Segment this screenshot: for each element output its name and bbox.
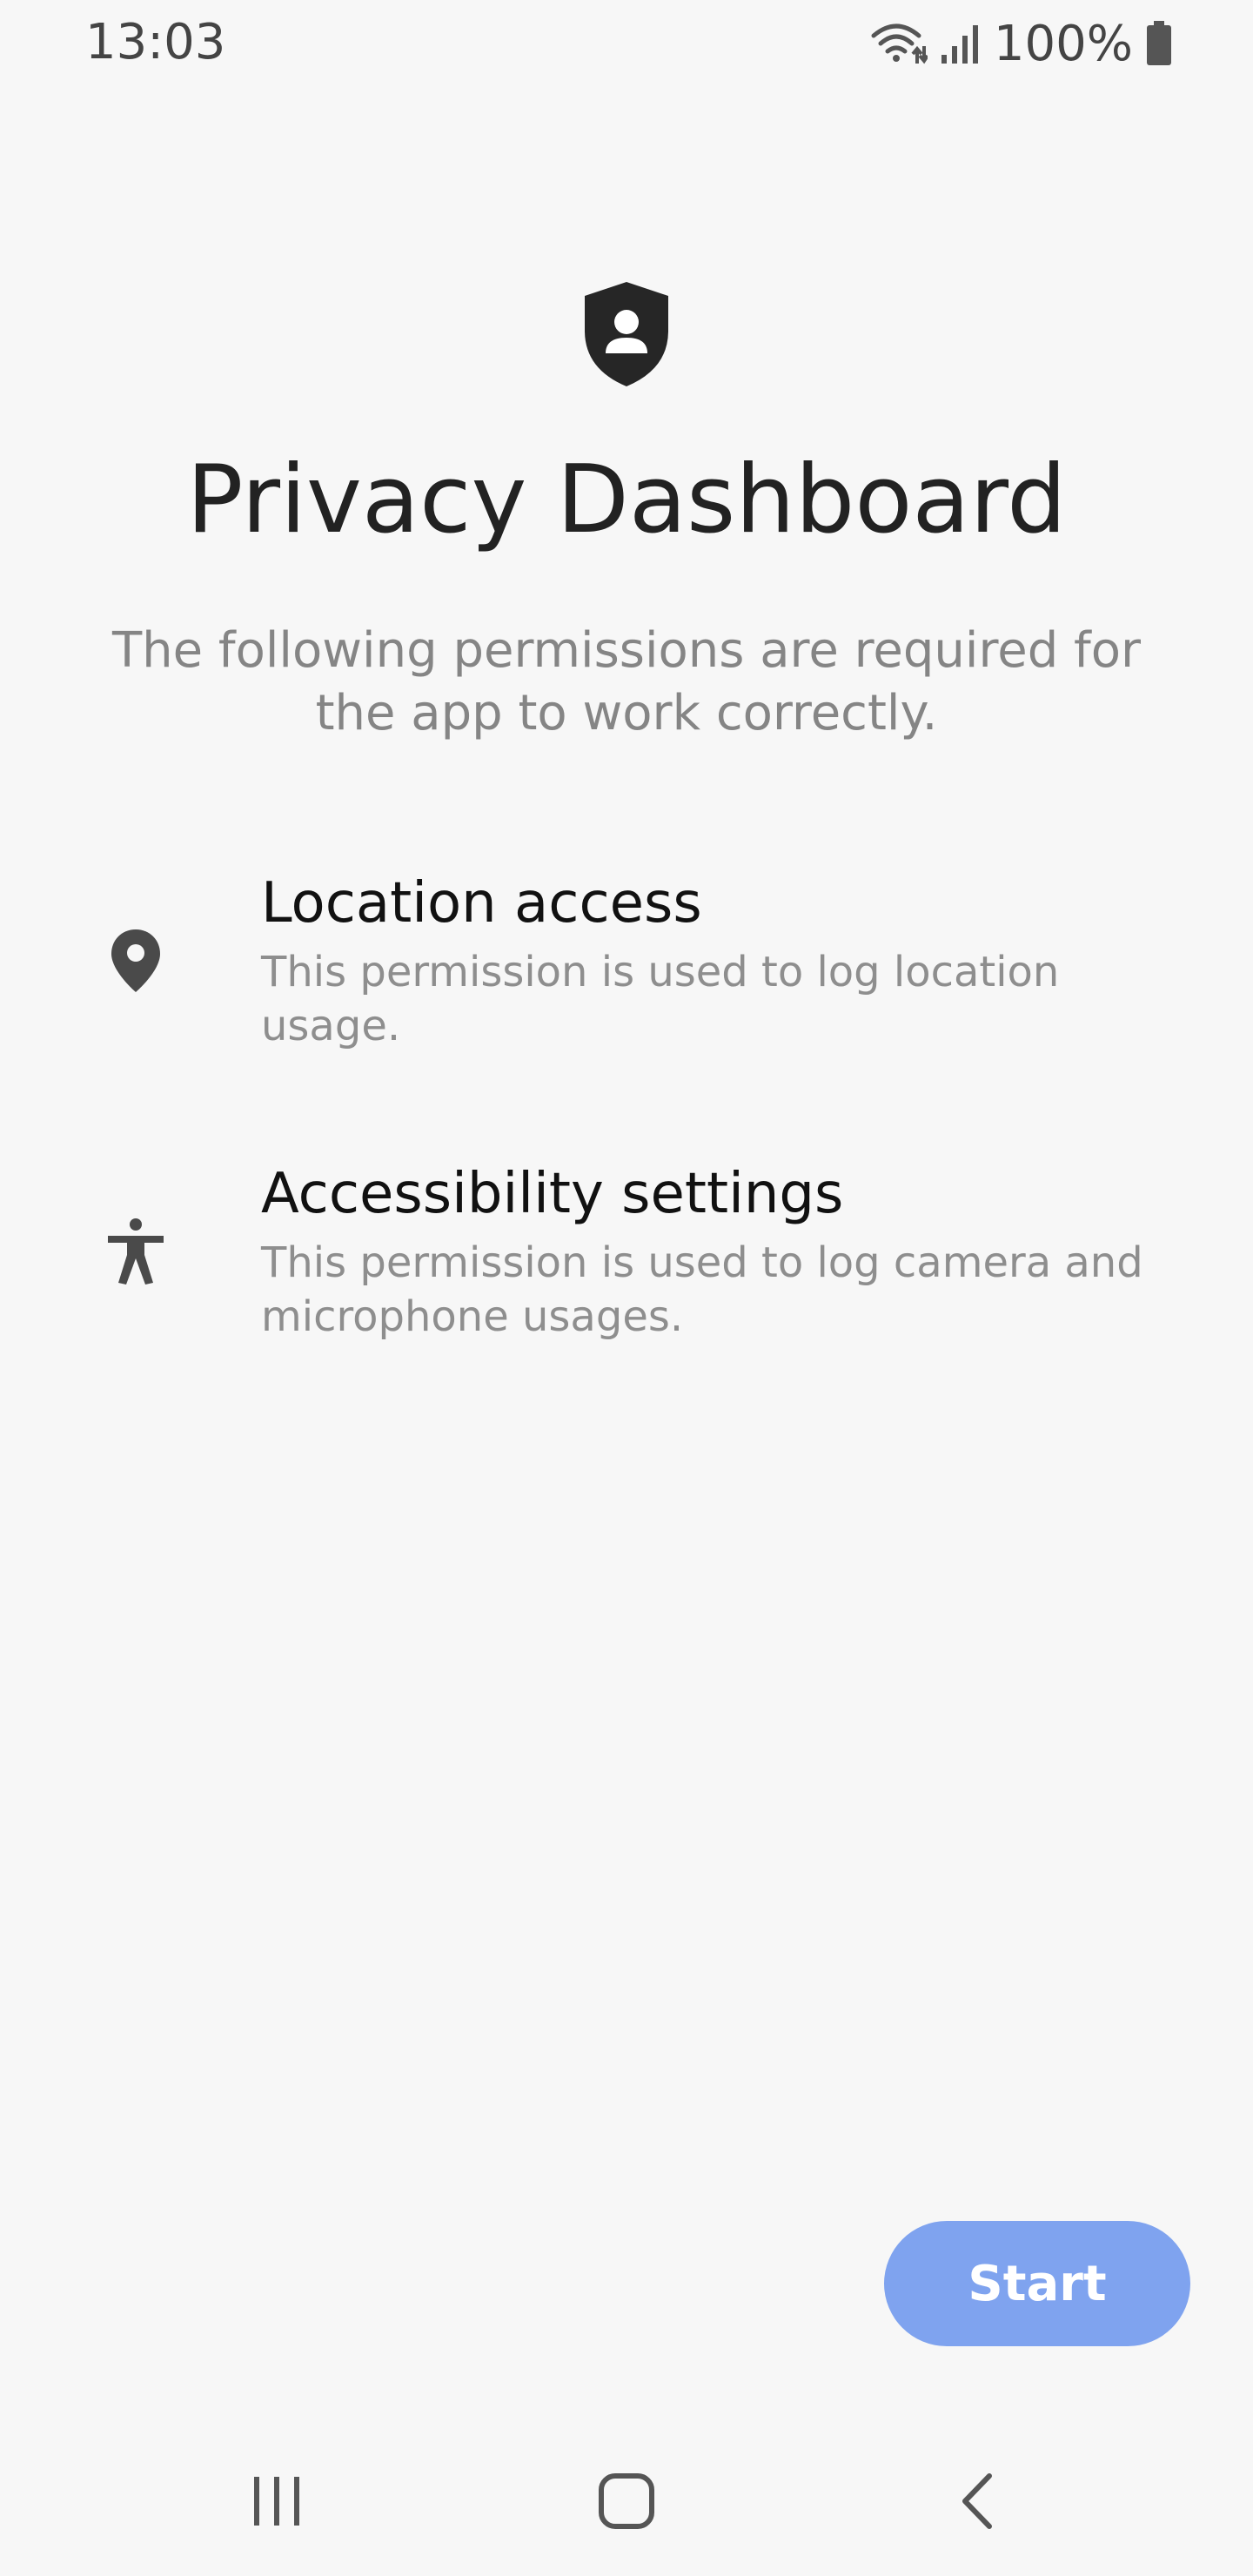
recents-icon [254,2477,299,2526]
battery-icon [1147,21,1171,65]
status-time: 13:03 [85,14,226,70]
back-icon [962,2473,992,2529]
home-button[interactable] [574,2449,679,2553]
permission-title: Accessibility settings [261,1162,844,1226]
start-button[interactable]: Start [884,2221,1190,2346]
page-title: Privacy Dashboard [186,446,1067,554]
location-pin-icon [111,929,160,992]
privacy-shield-icon [585,282,668,386]
wifi-icon [871,23,928,64]
accessibility-icon [108,1218,164,1285]
permission-description: This permission is used to log camera an… [261,1238,1143,1341]
recents-button[interactable] [224,2449,329,2553]
status-bar: 13:03 100% [0,0,1253,87]
permission-title: Location access [261,871,702,936]
back-button[interactable] [924,2449,1029,2553]
home-icon [599,2473,654,2529]
permission-description: This permission is used to log location … [261,948,1060,1050]
status-icons: 100% [870,14,1173,73]
page-subtitle: The following permissions are required f… [111,622,1142,741]
permission-item-location: Location access This permission is used … [0,869,1253,1060]
permission-item-accessibility: Accessibility settings This permission i… [0,1159,1253,1351]
battery-percentage: 100% [993,15,1133,72]
navigation-bar [0,2419,1253,2576]
signal-icon [941,25,978,64]
